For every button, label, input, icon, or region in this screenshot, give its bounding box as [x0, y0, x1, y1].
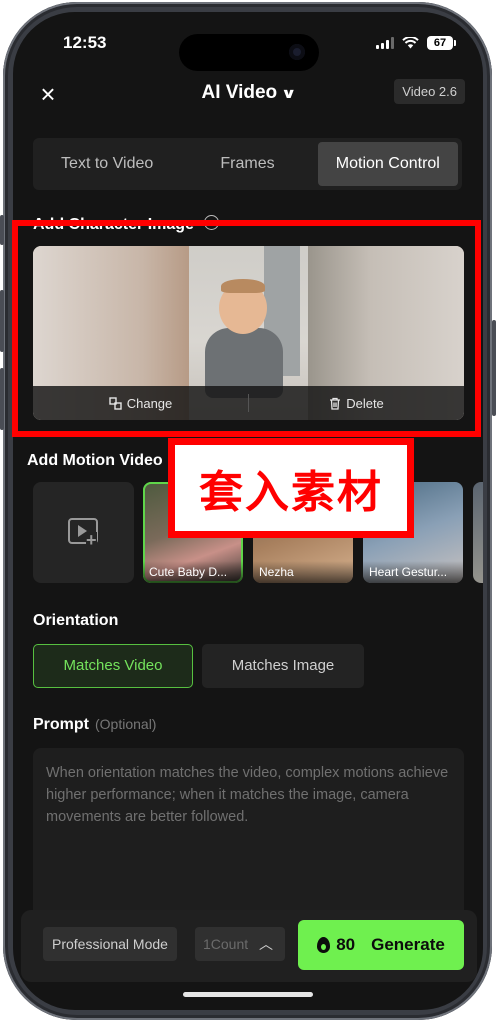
orientation-matches-video[interactable]: Matches Video — [33, 644, 193, 688]
bottom-bar: Professional Mode 1Count ︿ 80 Generate — [21, 910, 477, 982]
motion-video-title: Nezha — [253, 561, 353, 583]
tab-frames[interactable]: Frames — [177, 142, 317, 186]
battery-icon: 67 — [427, 36, 456, 50]
motion-video-label: Add Motion Video — [27, 452, 163, 469]
chevron-down-icon: ∨ — [280, 85, 297, 101]
status-time: 12:53 — [63, 33, 107, 52]
annotation-label: 套入素材 — [168, 438, 414, 538]
version-selector[interactable]: Video 2.6 — [394, 79, 465, 104]
page-title: AI Video — [201, 82, 278, 103]
header: × AI Video ∨ Video 2.6 — [13, 74, 483, 114]
annotation-highlight-box — [12, 220, 481, 437]
motion-video-title: Cute Baby D... — [143, 561, 243, 583]
plus-icon: + — [86, 530, 97, 550]
camera-icon — [289, 44, 305, 60]
side-button-action — [0, 215, 4, 245]
generate-button[interactable]: 80 Generate — [298, 920, 464, 970]
add-motion-video-button[interactable]: + — [33, 482, 134, 583]
home-indicator — [183, 992, 313, 997]
prompt-label: Prompt (Optional) — [33, 716, 156, 734]
side-button-volume-down — [0, 368, 4, 430]
mode-selector[interactable]: Professional Mode — [43, 927, 177, 961]
count-selector[interactable]: 1Count ︿ — [195, 927, 285, 961]
tab-motion-control[interactable]: Motion Control — [317, 142, 458, 186]
prompt-input[interactable]: When orientation matches the video, comp… — [33, 748, 464, 918]
motion-video-thumb-partial[interactable] — [473, 482, 483, 583]
generate-label: Generate — [371, 935, 445, 954]
orientation-matches-image[interactable]: Matches Image — [202, 644, 364, 688]
signal-icon — [376, 37, 394, 49]
prompt-label-text: Prompt — [33, 716, 89, 733]
chevron-up-icon: ︿ — [259, 936, 273, 952]
status-icons: 67 — [376, 36, 456, 50]
side-button-power — [492, 320, 496, 416]
count-value: 1Count — [203, 936, 249, 952]
side-button-volume-up — [0, 290, 4, 352]
dynamic-island — [179, 34, 319, 71]
tab-text-to-video[interactable]: Text to Video — [37, 142, 177, 186]
mode-tabs: Text to Video Frames Motion Control — [33, 138, 462, 190]
orientation-label: Orientation — [33, 612, 119, 629]
wifi-icon — [402, 37, 419, 49]
motion-video-title: Heart Gestur... — [363, 561, 463, 583]
flame-icon — [317, 937, 331, 953]
credits-count: 80 — [336, 935, 356, 954]
prompt-optional: (Optional) — [95, 716, 157, 732]
